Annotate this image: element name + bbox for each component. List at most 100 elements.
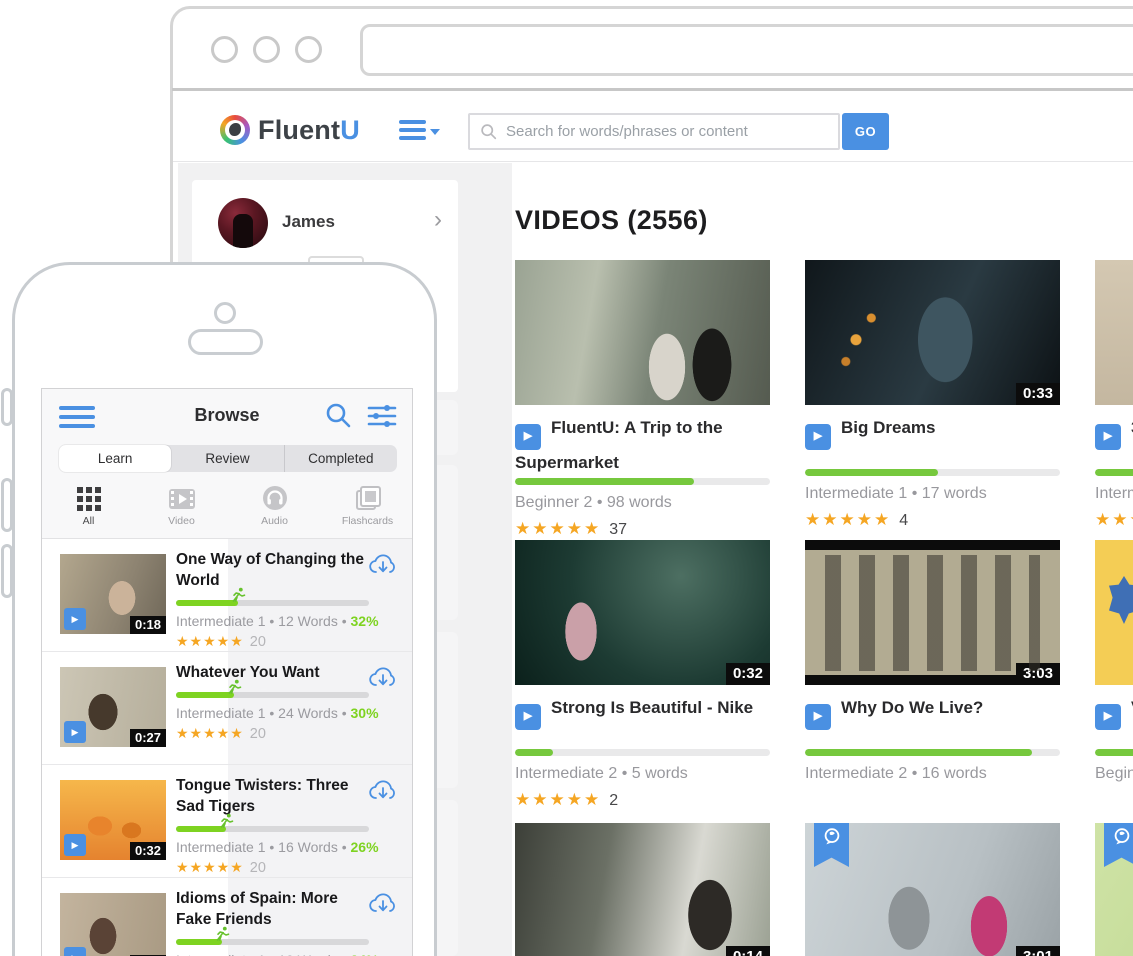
lesson-meta: Intermediate 1 • 24 Words • 30%	[176, 705, 404, 721]
video-meta: Intermediate 1	[1095, 485, 1133, 503]
video-card[interactable]: 3:03 ▶Why Do We Live? Intermediate 2 • 1…	[805, 540, 1060, 810]
main-menu-button[interactable]	[399, 120, 443, 144]
video-title: ▶Big Dreams	[805, 415, 1060, 467]
video-card[interactable]: 0:32 ▶Strong Is Beautiful - Nike Interme…	[515, 540, 770, 810]
fluentu-logo[interactable]: FluentU	[220, 113, 360, 147]
video-card[interactable]: ▶3 Intermediate 1 ★★★★★	[1095, 260, 1133, 530]
stars: ★★★★★	[176, 633, 244, 649]
video-card[interactable]	[1095, 823, 1133, 956]
filter-audio[interactable]: Audio	[228, 483, 321, 527]
avatar	[218, 198, 268, 248]
stars: ★★★★★	[515, 519, 601, 538]
tab-review[interactable]: Review	[171, 445, 283, 472]
screenshot-canvas: FluentU Search for words/phrases or cont…	[0, 0, 1133, 956]
search-icon	[480, 123, 497, 140]
video-card[interactable]: 0:14	[515, 823, 770, 956]
video-thumbnail[interactable]: 0:14	[515, 823, 770, 956]
video-thumbnail[interactable]	[1095, 260, 1133, 405]
tab-learn[interactable]: Learn	[59, 445, 171, 472]
video-thumbnail[interactable]	[1095, 823, 1133, 956]
video-thumbnail[interactable]	[1095, 540, 1133, 685]
search-placeholder: Search for words/phrases or content	[506, 123, 748, 140]
video-card[interactable]: 3:01	[805, 823, 1060, 956]
rating: ★★★★★ 20	[176, 633, 404, 650]
segmented-control: Learn Review Completed	[59, 445, 397, 472]
window-control-3[interactable]	[295, 36, 322, 63]
duration-badge: 0:18	[130, 616, 166, 634]
progress-percent: 26%	[351, 839, 379, 855]
video-meta: Beginner 2 • 98 words	[515, 494, 770, 512]
video-card[interactable]: 0:33 ▶Big Dreams Intermediate 1 • 17 wor…	[805, 260, 1060, 530]
video-meta: Intermediate 2 • 5 words	[515, 765, 770, 783]
caret-down-icon	[430, 129, 440, 135]
iphone-mockup: Browse Learn Review Completed All	[12, 262, 437, 956]
progress-percent: 30%	[351, 705, 379, 721]
rating	[1095, 790, 1133, 810]
app-search-button[interactable]	[324, 401, 352, 434]
play-icon[interactable]: ▶	[515, 424, 541, 450]
rating-count: 20	[250, 860, 266, 876]
progress-bar	[515, 478, 770, 485]
lesson-thumbnail[interactable]: ▶ 0:18	[60, 893, 166, 956]
video-card[interactable]: ▶FluentU: A Trip to the Supermarket Begi…	[515, 260, 770, 539]
video-title: ▶FluentU: A Trip to the Supermarket	[515, 415, 770, 476]
filter-all[interactable]: All	[42, 483, 135, 527]
play-icon[interactable]: ▶	[805, 424, 831, 450]
rating: ★★★★★2	[515, 790, 770, 810]
video-thumbnail[interactable]	[515, 260, 770, 405]
progress-bar	[176, 826, 369, 832]
filter-video[interactable]: Video	[135, 483, 228, 527]
play-icon[interactable]: ▶	[805, 704, 831, 730]
app-filter-button[interactable]	[366, 402, 398, 435]
progress-bar	[805, 749, 1060, 756]
rating-count: 20	[250, 634, 266, 650]
video-thumbnail[interactable]: 0:32	[515, 540, 770, 685]
video-thumbnail[interactable]: 3:03	[805, 540, 1060, 685]
site-search-input[interactable]: Search for words/phrases or content	[468, 113, 840, 150]
grid-icon	[77, 487, 101, 511]
progress-bar	[515, 749, 770, 756]
lesson-list-item[interactable]: ▶ 0:27 Whatever You Want Intermediate 1 …	[42, 652, 413, 765]
lesson-list-item[interactable]: ▶ 0:18 One Way of Changing the World Int…	[42, 539, 413, 652]
video-card[interactable]: ▶V Beginner 1	[1095, 540, 1133, 810]
fluentu-ribbon-badge	[1104, 823, 1133, 867]
video-title: ▶Why Do We Live?	[805, 695, 1060, 747]
play-icon[interactable]: ▶	[1095, 424, 1121, 450]
duration-badge: 0:32	[130, 842, 166, 860]
video-thumbnail[interactable]: 0:33	[805, 260, 1060, 405]
url-bar[interactable]	[360, 24, 1133, 76]
logo-text: FluentU	[258, 115, 360, 146]
fluentu-ribbon-badge	[814, 823, 849, 867]
rating: ★★★★★4	[805, 510, 1060, 530]
go-button[interactable]: GO	[842, 113, 889, 150]
download-cloud-icon[interactable]	[368, 665, 398, 696]
stars: ★★★★★	[1095, 510, 1133, 529]
sliders-icon	[366, 402, 398, 430]
download-cloud-icon[interactable]	[368, 891, 398, 922]
lesson-list-item[interactable]: ▶ 0:32 Tongue Twisters: Three Sad Tigers…	[42, 765, 413, 878]
lesson-list-item[interactable]: ▶ 0:18 Idioms of Spain: More Fake Friend…	[42, 878, 413, 956]
download-cloud-icon[interactable]	[368, 778, 398, 809]
video-meta: Intermediate 2 • 16 words	[805, 765, 1060, 783]
tab-completed[interactable]: Completed	[284, 445, 397, 472]
play-icon[interactable]: ▶	[515, 704, 541, 730]
chevron-right-icon: ›	[434, 206, 442, 234]
lesson-thumbnail[interactable]: ▶ 0:18	[60, 554, 166, 634]
window-control-1[interactable]	[211, 36, 238, 63]
progress-bar	[176, 939, 369, 945]
filter-flashcards[interactable]: Flashcards	[321, 483, 413, 527]
video-thumbnail[interactable]: 3:01	[805, 823, 1060, 956]
video-title: ▶V	[1095, 695, 1133, 747]
content-type-filters: All Video Audio Flashcards	[42, 483, 413, 527]
window-control-2[interactable]	[253, 36, 280, 63]
rating: ★★★★★	[1095, 510, 1133, 530]
video-title: ▶Strong Is Beautiful - Nike	[515, 695, 770, 747]
runner-icon	[230, 587, 246, 608]
lesson-thumbnail[interactable]: ▶ 0:32	[60, 780, 166, 860]
headphones-icon	[262, 485, 288, 511]
lesson-meta: Intermediate 1 • 16 Words • 26%	[176, 839, 404, 855]
play-icon[interactable]: ▶	[1095, 704, 1121, 730]
progress-percent: 32%	[351, 613, 379, 629]
lesson-thumbnail[interactable]: ▶ 0:27	[60, 667, 166, 747]
download-cloud-icon[interactable]	[368, 552, 398, 583]
